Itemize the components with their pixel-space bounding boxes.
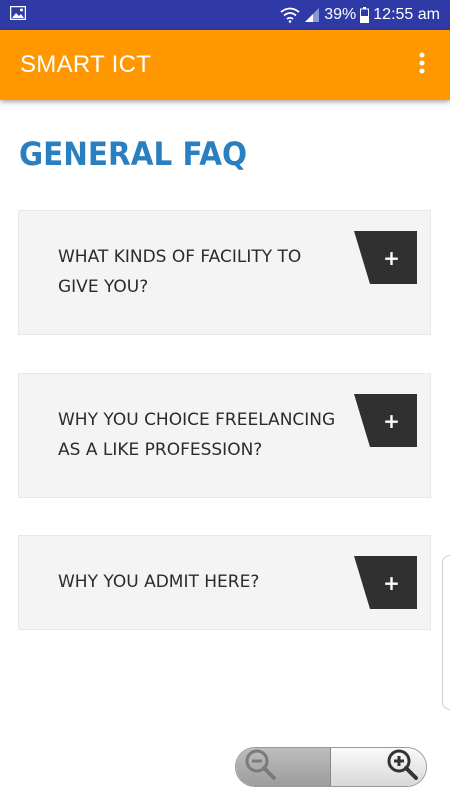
status-bar: 39% 12:55 am xyxy=(0,0,450,30)
zoom-in-button[interactable] xyxy=(331,748,426,786)
battery-icon xyxy=(360,7,370,23)
image-icon xyxy=(9,5,27,25)
expand-button[interactable]: + xyxy=(354,231,417,284)
plus-icon: + xyxy=(383,570,400,595)
status-right: 39% 12:55 am xyxy=(280,6,440,24)
status-left xyxy=(9,5,27,25)
overflow-menu-icon xyxy=(419,52,425,78)
status-time: 12:55 am xyxy=(373,6,440,23)
plus-icon: + xyxy=(383,408,400,433)
faq-item-2[interactable]: WHY YOU CHOICE FREELANCING AS A LIKE PRO… xyxy=(18,373,431,498)
app-bar: SMART ICT xyxy=(0,30,450,100)
faq-question: WHY YOU CHOICE FREELANCING AS A LIKE PRO… xyxy=(58,410,336,460)
expand-button[interactable]: + xyxy=(354,394,417,447)
zoom-in-icon xyxy=(386,748,420,786)
faq-question: WHY YOU ADMIT HERE? xyxy=(58,572,260,592)
plus-icon: + xyxy=(383,245,400,270)
expand-button[interactable]: + xyxy=(354,556,417,609)
zoom-out-icon xyxy=(244,748,278,786)
page-title: GENERAL FAQ xyxy=(19,135,248,173)
faq-item-1[interactable]: WHAT KINDS OF FACILITY TO GIVE YOU? + xyxy=(18,210,431,335)
faq-question: WHAT KINDS OF FACILITY TO GIVE YOU? xyxy=(58,247,302,297)
edge-panel-handle[interactable] xyxy=(442,555,450,710)
zoom-out-button[interactable] xyxy=(236,748,332,786)
zoom-control xyxy=(235,747,427,787)
overflow-menu-button[interactable] xyxy=(412,50,432,80)
battery-percent: 39% xyxy=(324,6,357,23)
app-title: SMART ICT xyxy=(20,51,152,78)
signal-icon xyxy=(304,7,320,23)
wifi-icon xyxy=(280,7,300,23)
faq-item-3[interactable]: WHY YOU ADMIT HERE? + xyxy=(18,535,431,630)
